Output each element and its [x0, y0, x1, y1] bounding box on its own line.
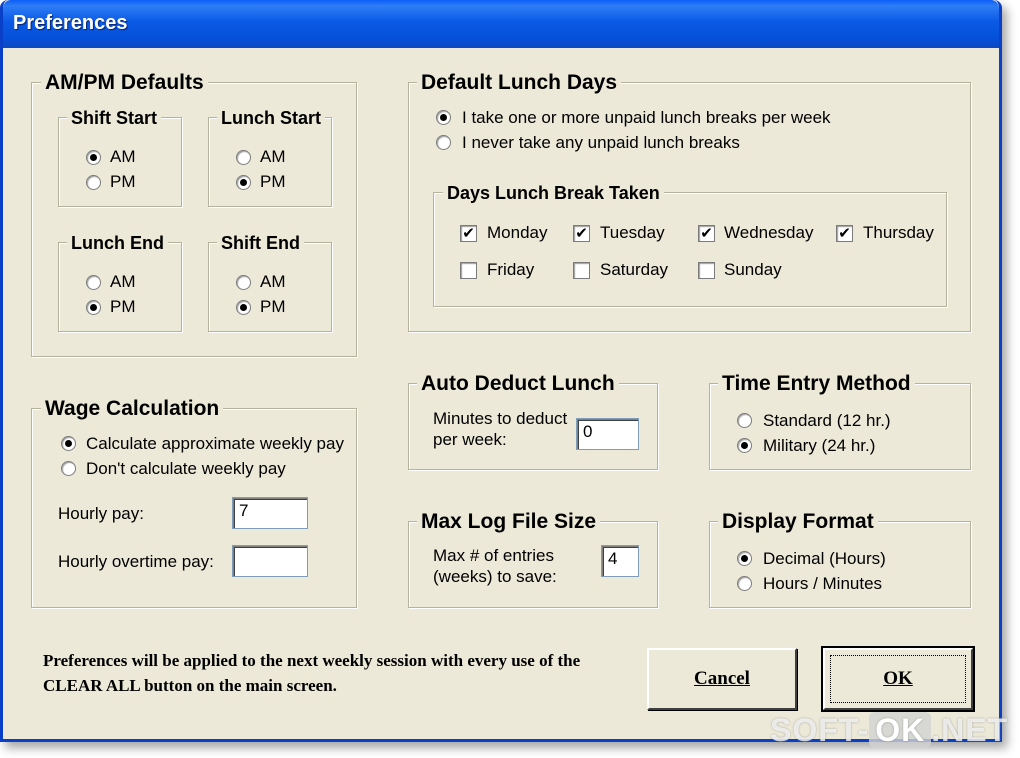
friday-label: Friday	[487, 260, 535, 279]
hourly-pay-label: Hourly pay:	[58, 504, 144, 523]
hours-minutes-radio[interactable]	[737, 576, 752, 591]
cancel-button-label: Cancel	[694, 668, 750, 689]
default-lunch-days-title: Default Lunch Days	[417, 71, 622, 95]
tuesday-checkbox[interactable]: ✔	[573, 225, 590, 242]
lunch-end-am-radio[interactable]	[86, 275, 101, 290]
shift-end-pm-radio[interactable]	[236, 300, 251, 315]
lunch-end-pm-radio[interactable]	[86, 300, 101, 315]
sunday-checkbox[interactable]	[698, 262, 715, 279]
days-lunch-break-group	[433, 192, 947, 307]
shift-end-pm-label: PM	[260, 297, 286, 316]
shift-end-am-radio[interactable]	[236, 275, 251, 290]
decimal-hours-radio[interactable]	[737, 551, 752, 566]
wednesday-checkbox[interactable]: ✔	[698, 225, 715, 242]
shift-start-am-label: AM	[110, 147, 136, 166]
display-format-title: Display Format	[718, 510, 878, 534]
time-entry-method-title: Time Entry Method	[718, 372, 915, 396]
lunch-start-am-radio[interactable]	[236, 150, 251, 165]
preferences-dialog: Preferences AM/PM Defaults Shift Start A…	[0, 0, 1002, 742]
decimal-hours-label: Decimal (Hours)	[763, 549, 886, 568]
hours-minutes-label: Hours / Minutes	[763, 574, 883, 593]
sunday-label: Sunday	[724, 260, 782, 279]
lunch-never-radio[interactable]	[436, 135, 451, 150]
lunch-take-radio[interactable]	[436, 110, 451, 125]
saturday-checkbox[interactable]	[573, 262, 590, 279]
hourly-overtime-pay-label: Hourly overtime pay:	[58, 552, 214, 571]
watermark: SOFT- OK .NET	[770, 712, 1008, 749]
minutes-to-deduct-input[interactable]: 0	[576, 418, 639, 450]
shift-start-pm-radio[interactable]	[86, 175, 101, 190]
calc-weekly-pay-label: Calculate approximate weekly pay	[86, 434, 344, 453]
ok-button[interactable]: OK	[821, 646, 975, 712]
shift-end-am-label: AM	[260, 272, 286, 291]
tuesday-label: Tuesday	[600, 223, 665, 242]
lunch-start-pm-label: PM	[260, 172, 286, 191]
saturday-label: Saturday	[600, 260, 669, 279]
lunch-end-title: Lunch End	[67, 233, 168, 254]
window-title: Preferences	[13, 12, 128, 34]
ampm-defaults-title: AM/PM Defaults	[41, 71, 208, 95]
shift-start-am-radio[interactable]	[86, 150, 101, 165]
lunch-never-label: I never take any unpaid lunch breaks	[462, 133, 740, 152]
friday-checkbox[interactable]	[460, 262, 477, 279]
hourly-pay-input[interactable]: 7	[232, 497, 308, 529]
watermark-part2: OK	[869, 712, 932, 748]
days-lunch-break-title: Days Lunch Break Taken	[443, 183, 664, 204]
title-bar[interactable]: Preferences	[3, 0, 999, 48]
shift-start-pm-label: PM	[110, 172, 136, 191]
max-entries-label-2: (weeks) to save:	[433, 567, 557, 586]
thursday-label: Thursday	[863, 223, 934, 242]
dont-calc-weekly-pay-radio[interactable]	[61, 461, 76, 476]
military-24hr-radio[interactable]	[737, 438, 752, 453]
minutes-to-deduct-label-2: per week:	[433, 430, 507, 449]
monday-label: Monday	[487, 223, 548, 242]
max-entries-label-1: Max # of entries	[433, 546, 554, 565]
auto-deduct-lunch-title: Auto Deduct Lunch	[417, 372, 619, 396]
calc-weekly-pay-radio[interactable]	[61, 436, 76, 451]
watermark-part3: .NET	[931, 712, 1009, 748]
lunch-take-label: I take one or more unpaid lunch breaks p…	[462, 108, 831, 127]
thursday-checkbox[interactable]: ✔	[836, 225, 853, 242]
minutes-to-deduct-label-1: Minutes to deduct	[433, 409, 568, 428]
standard-12hr-label: Standard (12 hr.)	[763, 411, 891, 430]
cancel-button[interactable]: Cancel	[647, 648, 797, 710]
footer-note: Preferences will be applied to the next …	[43, 651, 581, 695]
lunch-end-pm-label: PM	[110, 297, 136, 316]
hourly-overtime-pay-input[interactable]	[232, 545, 308, 577]
wage-calculation-title: Wage Calculation	[41, 397, 224, 421]
lunch-end-am-label: AM	[110, 272, 136, 291]
monday-checkbox[interactable]: ✔	[460, 225, 477, 242]
ok-button-label: OK	[883, 668, 913, 689]
standard-12hr-radio[interactable]	[737, 413, 752, 428]
wednesday-label: Wednesday	[724, 223, 814, 242]
max-entries-input[interactable]: 4	[601, 545, 639, 577]
watermark-part1: SOFT-	[770, 712, 870, 748]
lunch-start-am-label: AM	[260, 147, 286, 166]
max-log-file-size-title: Max Log File Size	[417, 510, 601, 534]
dont-calc-weekly-pay-label: Don't calculate weekly pay	[86, 459, 286, 478]
lunch-start-title: Lunch Start	[217, 108, 326, 129]
shift-start-title: Shift Start	[67, 108, 162, 129]
military-24hr-label: Military (24 hr.)	[763, 436, 876, 455]
lunch-start-pm-radio[interactable]	[236, 175, 251, 190]
shift-end-title: Shift End	[217, 233, 304, 254]
